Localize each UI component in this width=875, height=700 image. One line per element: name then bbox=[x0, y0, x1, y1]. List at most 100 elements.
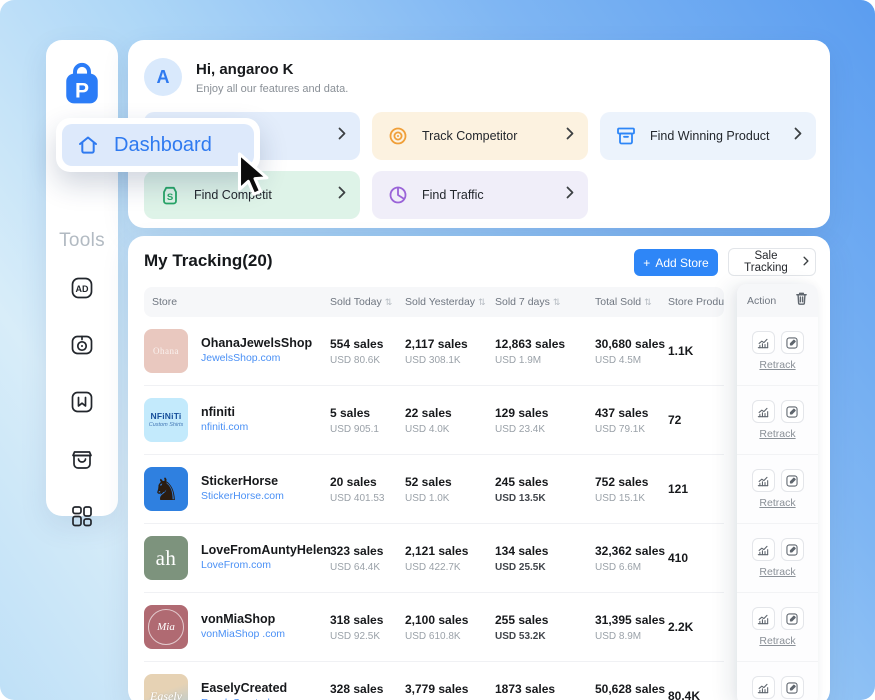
edit-icon bbox=[785, 612, 799, 626]
store-products-cell: 72 bbox=[668, 413, 728, 427]
column-header-sold-yesterday[interactable]: Sold Yesterday⇅ bbox=[405, 296, 495, 308]
action-column-header: Action bbox=[737, 284, 818, 317]
total-sold-cell: 30,680 salesUSD 4.5M bbox=[595, 337, 668, 366]
edit-button[interactable] bbox=[781, 400, 804, 423]
chart-icon bbox=[756, 612, 770, 626]
store-products-cell: 2.2K bbox=[668, 620, 728, 634]
store-domain-link[interactable]: StickerHorse.com bbox=[201, 489, 284, 504]
store-name: vonMiaShop bbox=[201, 612, 285, 628]
home-icon bbox=[76, 133, 100, 157]
edit-icon bbox=[785, 474, 799, 488]
retrack-link[interactable]: Retrack bbox=[759, 497, 795, 509]
sort-icon[interactable]: ⇅ bbox=[644, 297, 652, 308]
table-row[interactable]: Ohana OhanaJewelsShop JewelsShop.com 554… bbox=[144, 317, 724, 386]
sidebar-item-dashboard[interactable]: Dashboard bbox=[62, 124, 254, 166]
table-row[interactable]: Easely EaselyCreated EaselyCreated .com … bbox=[144, 662, 724, 700]
sale-tracking-button[interactable]: Sale Tracking bbox=[728, 248, 816, 276]
ad-icon[interactable]: AD bbox=[68, 274, 96, 302]
retrack-link[interactable]: Retrack bbox=[759, 635, 795, 647]
analytics-chart-button[interactable] bbox=[752, 676, 775, 699]
analytics-chart-button[interactable] bbox=[752, 400, 775, 423]
edit-button[interactable] bbox=[781, 469, 804, 492]
edit-icon bbox=[785, 336, 799, 350]
action-column-panel: Action bbox=[737, 284, 818, 700]
chart-icon bbox=[756, 543, 770, 557]
sold-yesterday-cell: 3,779 salesUSD 165.7K bbox=[405, 682, 495, 700]
sidebar: P Tools AD bbox=[46, 40, 118, 516]
sort-icon[interactable]: ⇅ bbox=[385, 297, 393, 308]
table-row[interactable]: NFiNiTiCustom Shirts nfiniti nfiniti.com… bbox=[144, 386, 724, 455]
add-store-button[interactable]: + Add Store bbox=[634, 249, 718, 276]
greeting-subtitle: Enjoy all our features and data. bbox=[196, 83, 348, 95]
sold-today-cell: 5 salesUSD 905.1 bbox=[330, 406, 405, 435]
action-row: Retrack bbox=[737, 662, 818, 700]
trash-icon[interactable] bbox=[795, 291, 808, 310]
feature-card-track-competitor[interactable]: Track Competitor bbox=[372, 112, 588, 160]
app-screen: P Tools AD bbox=[0, 0, 875, 700]
table-row[interactable]: Mia vonMiaShop vonMiaShop .com 318 sales… bbox=[144, 593, 724, 662]
app-logo-icon[interactable]: P bbox=[61, 62, 103, 108]
sold-7-days-cell: 1873 salesUSD 17.3K bbox=[495, 682, 595, 700]
store-domain-link[interactable]: EaselyCreated .com bbox=[201, 696, 296, 700]
analytics-chart-button[interactable] bbox=[752, 538, 775, 561]
analytics-chart-button[interactable] bbox=[752, 469, 775, 492]
sort-icon[interactable]: ⇅ bbox=[478, 297, 486, 308]
edit-button[interactable] bbox=[781, 676, 804, 699]
column-header-sold-today[interactable]: Sold Today⇅ bbox=[330, 296, 405, 308]
avatar[interactable]: A bbox=[144, 58, 182, 96]
store-products-cell: 1.1K bbox=[668, 344, 728, 358]
apps-grid-icon[interactable] bbox=[68, 502, 96, 530]
retrack-link[interactable]: Retrack bbox=[759, 566, 795, 578]
greeting-title: Hi, angaroo K bbox=[196, 61, 294, 78]
store-domain-link[interactable]: vonMiaShop .com bbox=[201, 627, 285, 642]
store-cell: Mia vonMiaShop vonMiaShop .com bbox=[144, 605, 330, 649]
store-cell: NFiNiTiCustom Shirts nfiniti nfiniti.com bbox=[144, 398, 330, 442]
store-cell: ♞ StickerHorse StickerHorse.com bbox=[144, 467, 330, 511]
bookmark-icon[interactable] bbox=[68, 388, 96, 416]
tracking-title: My Tracking(20) bbox=[144, 251, 273, 271]
store-domain-link[interactable]: nfiniti.com bbox=[201, 420, 248, 435]
feature-card-find-winning-product[interactable]: Find Winning Product bbox=[600, 112, 816, 160]
analytics-chart-button[interactable] bbox=[752, 331, 775, 354]
sold-today-cell: 318 salesUSD 92.5K bbox=[330, 613, 405, 642]
sold-yesterday-cell: 2,117 salesUSD 308.1K bbox=[405, 337, 495, 366]
store-cell: Easely EaselyCreated EaselyCreated .com bbox=[144, 674, 330, 700]
store-logo: ♞ bbox=[144, 467, 188, 511]
archive-box-icon bbox=[614, 124, 638, 148]
target-box-icon[interactable] bbox=[68, 331, 96, 359]
feature-card-find-traffic[interactable]: Find Traffic bbox=[372, 171, 588, 219]
store-domain-link[interactable]: JewelsShop.com bbox=[201, 351, 312, 366]
action-row: Retrack bbox=[737, 317, 818, 386]
action-row: Retrack bbox=[737, 386, 818, 455]
retrack-link[interactable]: Retrack bbox=[759, 428, 795, 440]
edit-button[interactable] bbox=[781, 331, 804, 354]
store-logo: NFiNiTiCustom Shirts bbox=[144, 398, 188, 442]
sold-yesterday-cell: 2,121 salesUSD 422.7K bbox=[405, 544, 495, 573]
edit-button[interactable] bbox=[781, 538, 804, 561]
store-products-cell: 410 bbox=[668, 551, 728, 565]
add-store-label: Add Store bbox=[655, 256, 708, 270]
bullseye-icon bbox=[386, 124, 410, 148]
sidebar-nav: AD bbox=[68, 274, 96, 530]
store-logo: ah bbox=[144, 536, 188, 580]
mouse-cursor bbox=[228, 150, 274, 202]
table-row[interactable]: ♞ StickerHorse StickerHorse.com 20 sales… bbox=[144, 455, 724, 524]
total-sold-cell: 31,395 salesUSD 8.9M bbox=[595, 613, 668, 642]
column-header-total-sold[interactable]: Total Sold⇅ bbox=[595, 296, 668, 308]
sort-icon[interactable]: ⇅ bbox=[553, 297, 561, 308]
action-rows: Retrack Retrack bbox=[737, 317, 818, 700]
store-name: OhanaJewelsShop bbox=[201, 336, 312, 352]
chevron-right-icon bbox=[794, 127, 802, 145]
svg-text:AD: AD bbox=[76, 284, 89, 294]
edit-button[interactable] bbox=[781, 607, 804, 630]
store-domain-link[interactable]: LoveFrom.com bbox=[201, 558, 331, 573]
sold-7-days-cell: 12,863 salesUSD 1.9M bbox=[495, 337, 595, 366]
analytics-chart-button[interactable] bbox=[752, 607, 775, 630]
column-header-sold-7-days[interactable]: Sold 7 days⇅ bbox=[495, 296, 595, 308]
table-row[interactable]: ah LoveFromAuntyHelen LoveFrom.com 323 s… bbox=[144, 524, 724, 593]
shop-bag-icon[interactable] bbox=[68, 445, 96, 473]
plus-icon: + bbox=[643, 256, 650, 270]
retrack-link[interactable]: Retrack bbox=[759, 359, 795, 371]
column-header-store-products: Store Products bbox=[668, 296, 724, 308]
tools-section-label: Tools bbox=[59, 230, 105, 252]
